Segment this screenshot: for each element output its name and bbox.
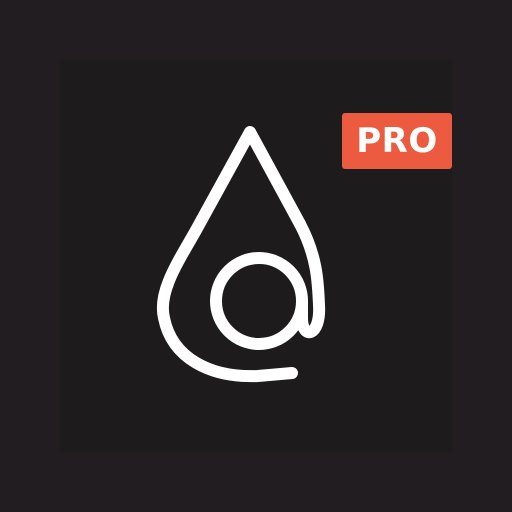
at-sign-tail [294,218,326,339]
at-sign-circle [210,252,308,350]
water-drop-at-sign-icon [156,126,326,383]
app-icon: PRO [0,0,512,512]
pro-badge: PRO [342,113,452,169]
